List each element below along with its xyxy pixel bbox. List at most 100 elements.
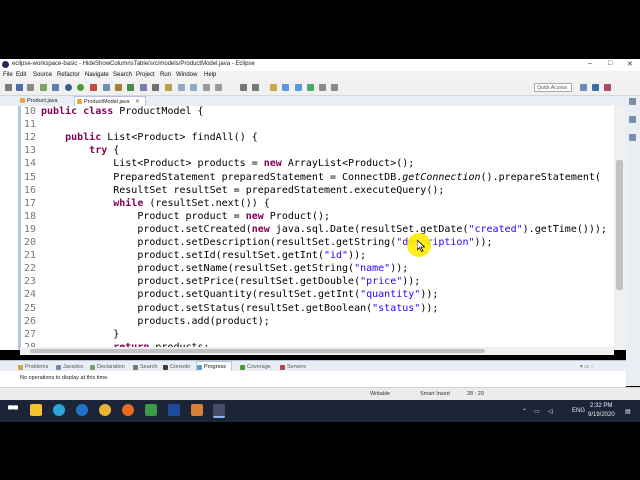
menu-bar: File Edit Source Refactor Navigate Searc… [0, 71, 640, 81]
progress-view: No operations to display at this time. [0, 371, 626, 387]
code-line[interactable]: product.setCreated(new java.sql.Date(res… [41, 224, 607, 235]
notifications-icon[interactable]: ▤ [625, 408, 631, 415]
quick-access-field[interactable]: Quick Access [534, 83, 572, 92]
minimize-icon[interactable] [629, 98, 636, 105]
sublime-icon[interactable] [191, 404, 203, 416]
file-explorer-icon[interactable] [30, 404, 42, 416]
toggle-mark-icon[interactable] [270, 84, 277, 91]
tab-productmodel-java[interactable]: ProductModel.java ✕ [74, 96, 146, 106]
firefox-icon[interactable] [122, 404, 134, 416]
run-icon[interactable] [77, 84, 84, 91]
menu-source[interactable]: Source [33, 72, 52, 78]
search-icon[interactable] [152, 84, 159, 91]
console-icon [163, 365, 168, 370]
windows-taskbar: ⌃ ▭ ◁ ENG 2:32 PM 9/19/2020 ▤ [0, 400, 640, 422]
debug-icon[interactable] [65, 84, 72, 91]
skype-icon[interactable] [53, 404, 65, 416]
navigate-next-icon[interactable] [319, 84, 326, 91]
code-line[interactable]: product.setId(resultSet.getInt("id")); [41, 250, 366, 261]
open-type-icon[interactable] [140, 84, 147, 91]
toggle-block-icon[interactable] [282, 84, 289, 91]
forward-icon[interactable] [215, 84, 222, 91]
code-line[interactable]: product.setQuantity(resultSet.getInt("qu… [41, 289, 438, 300]
notepad-plus-icon[interactable] [145, 404, 157, 416]
volume-icon[interactable]: ◁ [548, 408, 553, 415]
skip-breakpoints-icon[interactable] [40, 84, 47, 91]
vertical-scroll-thumb[interactable] [616, 160, 623, 290]
menu-edit[interactable]: Edit [16, 72, 26, 78]
edge-icon[interactable] [76, 404, 88, 416]
menu-window[interactable]: Window [176, 72, 197, 78]
toolbar: Quick Access [0, 81, 640, 96]
new-java-project-icon[interactable] [103, 84, 110, 91]
save-app-icon[interactable] [168, 404, 180, 416]
horizontal-scroll-thumb[interactable] [30, 349, 485, 353]
whitespace-icon[interactable] [307, 84, 314, 91]
navigate-prev-icon[interactable] [331, 84, 338, 91]
code-line[interactable]: try { [41, 145, 119, 156]
java-perspective-icon[interactable] [604, 84, 611, 91]
new-package-icon[interactable] [115, 84, 122, 91]
menu-project[interactable]: Project [136, 72, 155, 78]
save-all-icon[interactable] [27, 84, 34, 91]
code-line[interactable]: while (resultSet.next()) { [41, 198, 270, 209]
mouse-pointer-icon [417, 240, 425, 252]
code-editor[interactable]: 10 public class ProductModel {11 12 public… [0, 106, 614, 350]
pin-icon[interactable] [252, 84, 259, 91]
tray-chevron-icon[interactable]: ⌃ [522, 408, 527, 415]
menu-run[interactable]: Run [160, 72, 171, 78]
code-line[interactable]: products.add(product); [41, 316, 269, 327]
code-line[interactable]: public class ProductModel { [41, 106, 204, 117]
close-button[interactable]: ✕ [627, 60, 633, 68]
java-ee-perspective-icon[interactable] [592, 84, 599, 91]
declaration-icon [90, 365, 95, 370]
clock-date[interactable]: 9/19/2020 [588, 412, 615, 418]
outline-icon[interactable] [629, 134, 636, 141]
code-line[interactable]: PreparedStatement preparedStatement = Co… [41, 172, 601, 183]
editor-gutter [18, 106, 21, 350]
windows-start-icon[interactable] [8, 405, 18, 410]
chrome-icon[interactable] [99, 404, 111, 416]
title-bar: eclipse-workspace-basic - HideShowColumn… [0, 59, 640, 71]
code-line[interactable]: product.setPrice(resultSet.getDouble("pr… [41, 276, 420, 287]
annotation-next-icon[interactable] [178, 84, 185, 91]
code-line[interactable]: Product product = new Product(); [41, 211, 330, 222]
back-icon[interactable] [203, 84, 210, 91]
save-icon[interactable] [16, 84, 23, 91]
eclipse-taskbar-icon[interactable] [213, 404, 225, 418]
terminal-icon[interactable] [52, 84, 59, 91]
task-list-icon[interactable] [629, 116, 636, 123]
open-perspective-icon[interactable] [580, 84, 587, 91]
network-icon[interactable]: ▭ [534, 408, 540, 415]
code-line[interactable]: product.setName(resultSet.getString("nam… [41, 263, 408, 274]
external-tools-icon[interactable] [90, 84, 97, 91]
code-line[interactable]: List<Product> products = new ArrayList<P… [41, 158, 414, 169]
code-line[interactable]: product.setStatus(resultSet.getBoolean("… [41, 303, 438, 314]
java-file-icon [77, 99, 82, 104]
open-task-icon[interactable] [165, 84, 172, 91]
word-wrap-icon[interactable] [295, 84, 302, 91]
search-icon [133, 365, 138, 370]
minimize-button[interactable]: – [588, 60, 592, 67]
menu-search[interactable]: Search [113, 72, 132, 78]
menu-help[interactable]: Help [204, 72, 216, 78]
close-tab-icon[interactable]: ✕ [135, 99, 140, 105]
status-writable: Writable [370, 391, 391, 397]
new-icon[interactable] [5, 84, 12, 91]
editor-tab-bar: Product.java ProductModel.java ✕ [0, 96, 626, 106]
problems-icon [18, 365, 23, 370]
progress-icon [197, 365, 202, 370]
code-line[interactable]: ResultSet resultSet = preparedStatement.… [41, 185, 444, 196]
annotation-prev-icon[interactable] [190, 84, 197, 91]
menu-refactor[interactable]: Refactor [57, 72, 80, 78]
new-class-icon[interactable] [127, 84, 134, 91]
clock-time[interactable]: 2:32 PM [590, 403, 612, 409]
menu-file[interactable]: File [3, 72, 13, 78]
code-line[interactable]: public List<Product> findAll() { [41, 132, 258, 143]
code-line[interactable]: } [41, 329, 119, 340]
status-insert-mode: Smart Insert [420, 391, 450, 397]
maximize-button[interactable]: □ [608, 60, 612, 67]
last-edit-icon[interactable] [240, 84, 247, 91]
menu-navigate[interactable]: Navigate [85, 72, 109, 78]
language-indicator[interactable]: ENG [572, 408, 585, 414]
